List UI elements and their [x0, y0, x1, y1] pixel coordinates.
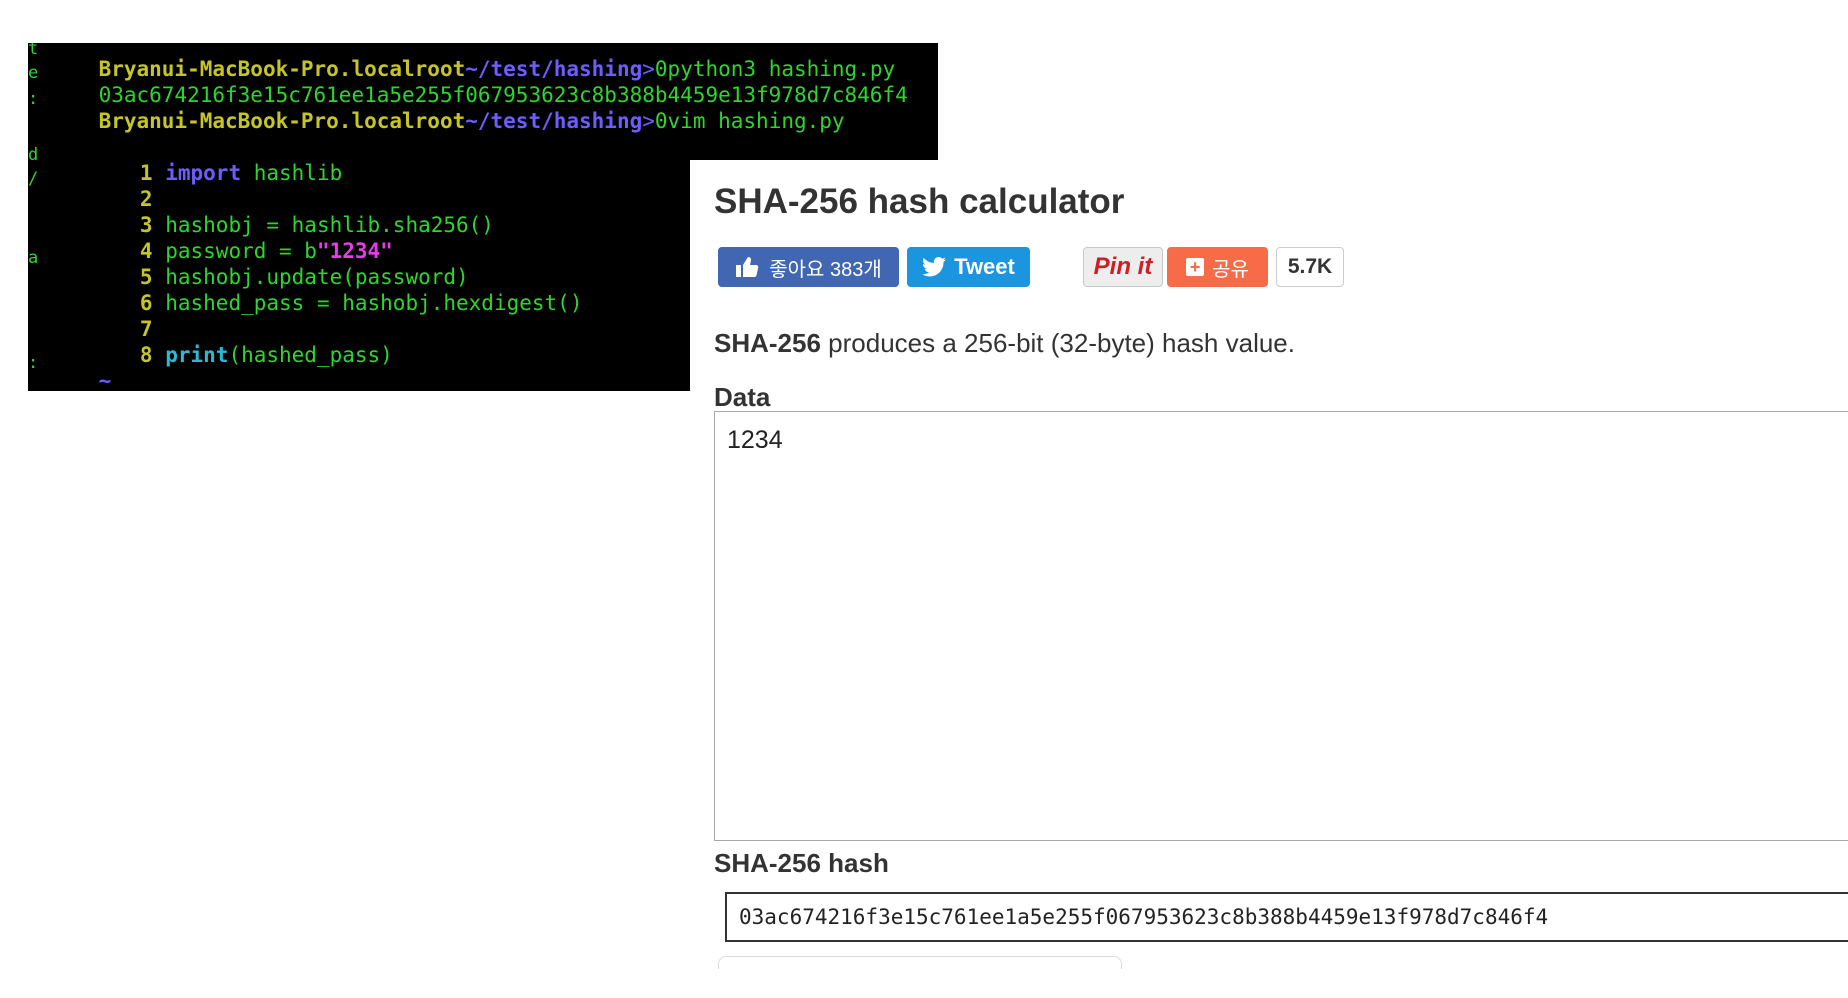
hash-output-field[interactable]: 03ac674216f3e15c761ee1a5e255f067953623c8…	[725, 892, 1848, 942]
data-input[interactable]: 1234	[714, 411, 1848, 841]
vim-code-line: 3 hashobj = hashlib.sha256()	[48, 186, 494, 237]
code-text: hashlib	[241, 161, 343, 185]
gutter-char: :	[28, 89, 39, 109]
vim-code-line: 8 print(hashed_pass)	[48, 316, 393, 367]
tweet-label: Tweet	[954, 254, 1015, 279]
share-count-badge: 5.7K	[1276, 247, 1344, 287]
plus-icon: +	[1186, 258, 1205, 276]
data-field-label: Data	[714, 382, 771, 412]
prompt-path: ~/test/hashing	[465, 109, 643, 133]
add-share-button[interactable]: + 공유	[1167, 247, 1268, 287]
terminal-left-gutter: t e : d / a :	[28, 43, 42, 391]
tweet-button[interactable]: Tweet	[907, 247, 1030, 287]
vim-empty-line: ~	[48, 368, 153, 391]
partial-control-below	[718, 956, 1122, 969]
description-bold: SHA-256	[714, 328, 821, 358]
prompt-command: 0vim hashing.py	[654, 109, 845, 133]
twitter-bird-icon	[922, 257, 947, 277]
vim-code-line: 7	[48, 290, 153, 341]
hash-field-label: SHA-256 hash	[714, 848, 889, 878]
keyword-import: import	[165, 161, 242, 185]
vim-code-line: 5 hashobj.update(password)	[48, 238, 469, 289]
vim-code-line: 1 import hashlib	[48, 134, 342, 185]
pinterest-pin-button[interactable]: Pin it	[1083, 247, 1163, 287]
vim-empty-line: ~	[48, 342, 153, 391]
code-text: (hashed_pass)	[228, 343, 393, 367]
code-text: hashed_pass = hashobj.hexdigest()	[165, 291, 583, 315]
gutter-char: a	[28, 248, 39, 268]
gutter-char: :	[28, 353, 39, 373]
gutter-char: d	[28, 145, 39, 165]
gutter-char: t	[28, 43, 39, 59]
thumbs-up-icon	[735, 256, 759, 278]
description-rest: produces a 256-bit (32-byte) hash value.	[820, 328, 1295, 358]
hash-calculator-page: SHA-256 hash calculator 좋아요 383개 Tweet P…	[690, 160, 1848, 998]
like-count-label: 좋아요 383개	[769, 258, 882, 281]
prompt-host: Bryanui-MacBook-Pro.localroot	[98, 109, 466, 133]
pinit-label: Pin it	[1093, 253, 1153, 280]
vim-code-line: 4 password = b"1234"	[48, 212, 393, 263]
gutter-char: e	[28, 63, 39, 83]
gutter-char: /	[28, 169, 39, 189]
terminal-prompt-line: Bryanui-MacBook-Pro.localroot~/test/hash…	[48, 43, 896, 81]
share-label: 공유	[1212, 258, 1249, 281]
facebook-like-button[interactable]: 좋아요 383개	[718, 247, 899, 287]
page-title: SHA-256 hash calculator	[714, 182, 1125, 221]
keyword-print: print	[165, 343, 229, 367]
vim-code-line: 2	[48, 160, 153, 211]
terminal-output-line: 03ac674216f3e15c761ee1a5e255f067953623c8…	[48, 56, 908, 107]
description-text: SHA-256 produces a 256-bit (32-byte) has…	[714, 328, 1295, 359]
share-count-value: 5.7K	[1287, 255, 1333, 278]
vim-code-line: 6 hashed_pass = hashobj.hexdigest()	[48, 264, 583, 315]
prompt-symbol: >	[642, 109, 655, 133]
terminal-prompt-line: Bryanui-MacBook-Pro.localroot~/test/hash…	[48, 82, 845, 133]
